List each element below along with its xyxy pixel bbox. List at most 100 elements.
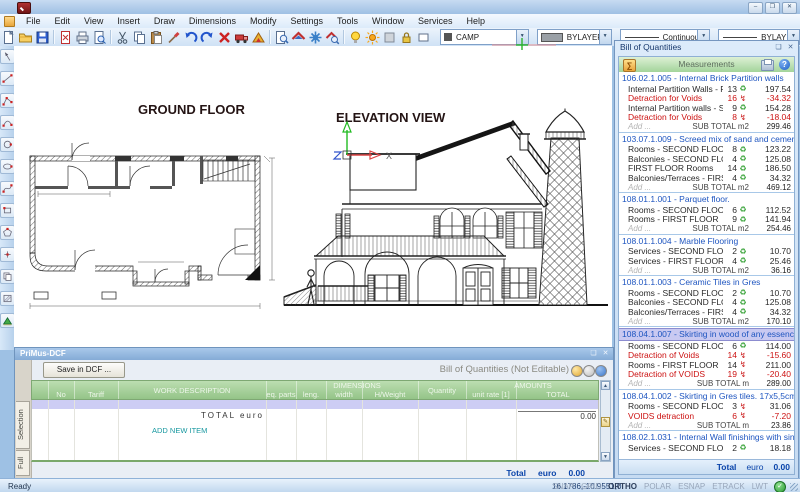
measurement-row[interactable]: Services - SECOND FLOOR2♻10.70 (619, 247, 794, 257)
menu-dimensions[interactable]: Dimensions (182, 15, 243, 28)
delete-icon[interactable] (216, 29, 233, 45)
maximize-button[interactable]: ❒ (765, 2, 780, 14)
menu-settings[interactable]: Settings (283, 15, 330, 28)
toggle-ortho[interactable]: ORTHO (608, 482, 637, 491)
print-icon[interactable] (761, 60, 774, 71)
col-header-unit-rate[interactable]: unit rate [1] (466, 390, 516, 400)
add-measurement-link[interactable]: Add ... (619, 379, 670, 388)
col-header-total[interactable]: TOTAL (516, 390, 600, 400)
measurement-row[interactable]: Services - SECOND FLOOR2♻18.18 (619, 443, 794, 453)
circle-tool-icon[interactable] (0, 137, 15, 152)
boq-group-title[interactable]: 108.04.1.002 - Skirting in Gres tiles. 1… (619, 391, 794, 402)
scroll-down-button[interactable]: ▼ (601, 452, 610, 461)
dcf-export-icon[interactable] (571, 365, 583, 377)
measurement-row[interactable]: Rooms - SECOND FLOOR6♻114.00 (619, 341, 794, 351)
menu-edit[interactable]: Edit (48, 15, 78, 28)
boq-group-title[interactable]: 108.01.1.004 - Marble Flooring (619, 236, 794, 247)
measurement-row[interactable]: Rooms - FIRST FLOOR9♻141.94 (619, 215, 794, 225)
measurement-row[interactable]: Rooms - SECOND FLOOR6♻112.52 (619, 205, 794, 215)
measurement-row[interactable]: Balconies - SECOND FLOOR4♻125.08 (619, 154, 794, 164)
add-measurement-link[interactable]: Add ... (619, 317, 670, 326)
dcf-panel-title[interactable]: PriMus-DCF (15, 348, 613, 360)
add-measurement-link[interactable]: Add ... (619, 224, 670, 233)
boq-group-title[interactable]: 108.01.1.003 - Ceramic Tiles in Gres (619, 277, 794, 288)
point-tool-icon[interactable] (0, 247, 15, 262)
measurement-row[interactable]: FIRST FLOOR Rooms14♻186.50 (619, 164, 794, 174)
tab-full[interactable]: Full (16, 450, 30, 476)
hatch-tool-icon[interactable] (0, 291, 15, 306)
menu-services[interactable]: Services (411, 15, 460, 28)
selected-row[interactable] (32, 400, 598, 409)
menu-modify[interactable]: Modify (243, 15, 284, 28)
add-measurement-link[interactable]: Add ... (619, 122, 670, 131)
view-3d-icon[interactable] (324, 29, 341, 45)
boq-group-title[interactable]: 108.01.1.001 - Parquet floor. (619, 194, 794, 205)
pin-icon[interactable]: ❏ (589, 349, 598, 358)
measurement-row[interactable]: Balconies - SECOND FLOOR4♻125.08 (619, 298, 794, 308)
layer-color-icon[interactable] (415, 29, 432, 45)
layer-thaw-icon[interactable] (381, 29, 398, 45)
new-document-icon[interactable] (0, 29, 17, 45)
measurement-row[interactable]: Rooms - SECOND FLOOR3↯31.06 (619, 402, 794, 412)
ground-floor-plan-drawing[interactable] (20, 134, 310, 347)
boq-group-title[interactable]: 108.02.1.031 - Internal Wall finishings … (619, 432, 794, 443)
layer-on-icon[interactable] (347, 29, 364, 45)
col-header-tariff[interactable]: Tariff (74, 390, 118, 400)
toggle-grid[interactable]: GRID (581, 482, 601, 491)
layer-freeze-icon[interactable] (364, 29, 381, 45)
roof-tool-icon[interactable] (290, 29, 307, 45)
undo-icon[interactable] (182, 29, 199, 45)
spline-tool-icon[interactable] (0, 181, 15, 196)
measurement-row[interactable]: Rooms - SECOND FLOOR2♻10.70 (619, 288, 794, 298)
scroll-up-button[interactable]: ▲ (601, 381, 610, 390)
copy-tool-icon[interactable] (0, 269, 15, 284)
redo-icon[interactable] (199, 29, 216, 45)
measurement-row[interactable]: Detraction for Voids8↯-18.04 (619, 113, 794, 123)
boq-panel-title[interactable]: Bill of Quantities (615, 41, 798, 54)
format-painter-icon[interactable] (165, 29, 182, 45)
close-icon[interactable]: ✕ (601, 349, 610, 358)
col-header-work-description[interactable]: WORK DESCRIPTION (118, 385, 266, 397)
menu-window[interactable]: Window (365, 15, 411, 28)
close-document-icon[interactable] (57, 29, 74, 45)
measurement-row[interactable]: Rooms - FIRST FLOOR14↯211.00 (619, 360, 794, 370)
print-preview-icon[interactable] (91, 29, 108, 45)
measurements-list[interactable]: 106.02.1.005 - Internal Brick Partition … (619, 72, 794, 460)
save-in-dcf-button[interactable]: Save in DCF ... (43, 362, 125, 378)
menu-help[interactable]: Help (460, 15, 493, 28)
measurement-row[interactable]: Services - FIRST FLOOR4♻25.46 (619, 256, 794, 266)
measurement-row[interactable]: Internal Partition walls - SEC...9♻154.2… (619, 103, 794, 113)
save-icon[interactable] (34, 29, 51, 45)
dcf-vertical-scrollbar[interactable]: ▲ ✎ ▼ (600, 380, 611, 462)
dcf-info-icon[interactable] (595, 365, 607, 377)
measurement-row[interactable]: VOIDS detraction6↯-7.20 (619, 411, 794, 421)
pin-icon[interactable]: ❏ (774, 43, 783, 52)
copy-icon[interactable] (131, 29, 148, 45)
toggle-etrack[interactable]: ETRACK (712, 482, 744, 491)
object-snap-icon[interactable] (307, 29, 324, 45)
render-icon[interactable] (250, 29, 267, 45)
measurement-row[interactable]: Balconies/Terraces - FIRST F...4♻34.32 (619, 173, 794, 183)
boq-group-title[interactable]: 106.02.1.005 - Internal Brick Partition … (619, 73, 794, 84)
polygon-tool-icon[interactable] (0, 225, 15, 240)
export-dcf-icon[interactable] (233, 29, 250, 45)
line-tool-icon[interactable] (0, 71, 15, 86)
cut-icon[interactable] (114, 29, 131, 45)
measurement-row[interactable]: Internal Partition Walls - FIR....13♻197… (619, 84, 794, 94)
dcf-table-body[interactable]: TOTAL euro 0.00 ADD NEW ITEM (31, 400, 599, 462)
menu-file[interactable]: File (19, 15, 48, 28)
col-header-leng[interactable]: leng. (296, 390, 326, 400)
add-measurement-link[interactable]: Add ... (619, 266, 670, 275)
col-header-no[interactable]: No (48, 390, 74, 400)
zoom-extents-icon[interactable] (273, 29, 290, 45)
col-header-hweight[interactable]: H/Weight (362, 390, 418, 400)
menu-view[interactable]: View (77, 15, 110, 28)
toggle-polar[interactable]: POLAR (644, 482, 671, 491)
menu-tools[interactable]: Tools (330, 15, 365, 28)
measure-tool-icon[interactable] (0, 313, 15, 328)
close-icon[interactable]: ✕ (786, 43, 795, 52)
polyline-tool-icon[interactable] (0, 93, 15, 108)
boq-group-title[interactable]: 103.07.1.009 - Screed mix of sand and ce… (619, 134, 794, 145)
help-icon[interactable]: ? (779, 59, 790, 70)
measurement-row[interactable]: Detraction of Voids14↯-15.60 (619, 351, 794, 361)
